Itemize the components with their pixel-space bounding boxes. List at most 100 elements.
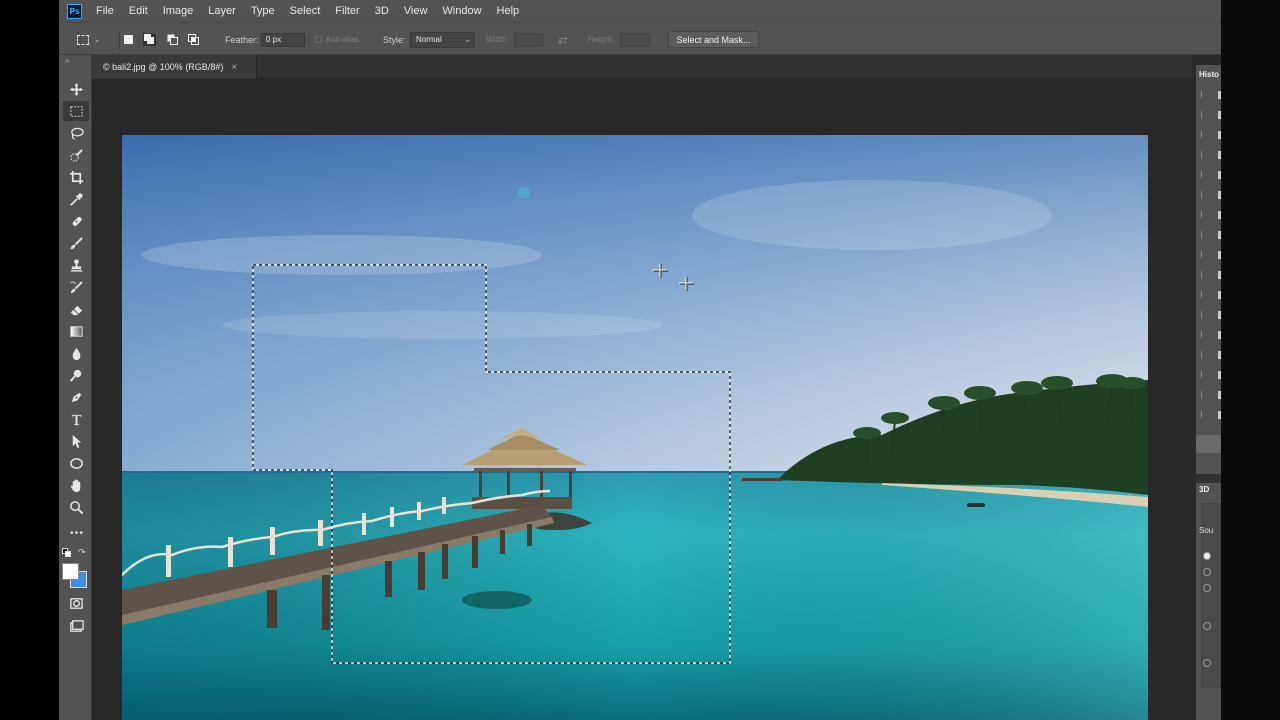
quick-mask-icon[interactable] bbox=[63, 593, 89, 613]
swap-colors-icon[interactable]: ↷ bbox=[78, 547, 86, 558]
document-tab-bar: © bali2.jpg @ 100% (RGB/8#) × bbox=[59, 55, 1192, 79]
rectangular-marquee-tool-icon[interactable] bbox=[63, 101, 89, 121]
menu-image[interactable]: Image bbox=[163, 5, 194, 17]
subtract-from-selection-button[interactable] bbox=[167, 23, 178, 56]
tool-preset-picker[interactable]: ⌄ bbox=[77, 23, 101, 56]
gradient-tool-icon[interactable] bbox=[63, 321, 89, 341]
screen-mode-icon[interactable] bbox=[63, 616, 89, 636]
history-row[interactable] bbox=[1201, 291, 1221, 299]
photoshop-window: Ps File Edit Image Layer Type Select Fil… bbox=[59, 0, 1221, 720]
history-panel-title[interactable]: Histo bbox=[1199, 70, 1219, 79]
photoshop-logo-icon: Ps bbox=[67, 3, 82, 19]
new-selection-button[interactable] bbox=[123, 23, 134, 56]
close-icon[interactable]: × bbox=[231, 62, 237, 73]
dodge-tool-icon[interactable] bbox=[63, 365, 89, 385]
history-row[interactable] bbox=[1201, 151, 1221, 159]
feather-input[interactable]: 0 px bbox=[261, 32, 305, 47]
divider bbox=[119, 31, 120, 49]
history-row[interactable] bbox=[1201, 271, 1221, 279]
history-row[interactable] bbox=[1201, 411, 1221, 419]
history-row[interactable] bbox=[1201, 131, 1221, 139]
history-row[interactable] bbox=[1201, 91, 1221, 99]
swap-width-height-icon[interactable]: ⇄ bbox=[558, 23, 568, 56]
type-tool-icon[interactable] bbox=[63, 409, 89, 429]
antialias-box bbox=[315, 36, 322, 43]
history-row[interactable] bbox=[1201, 311, 1221, 319]
menu-window[interactable]: Window bbox=[442, 5, 481, 17]
menu-select[interactable]: Select bbox=[290, 5, 321, 17]
history-row[interactable] bbox=[1201, 251, 1221, 259]
antialias-label: Anti-alias bbox=[326, 35, 359, 44]
style-label: Style: bbox=[383, 34, 406, 45]
screen-edge bbox=[1221, 0, 1280, 720]
brush-tool-icon[interactable] bbox=[63, 233, 89, 253]
history-row[interactable] bbox=[1201, 171, 1221, 179]
document-tab[interactable]: © bali2.jpg @ 100% (RGB/8#) × bbox=[93, 55, 257, 79]
beach-photo bbox=[122, 135, 1148, 720]
height-label: Height: bbox=[588, 35, 614, 44]
chevron-down-icon: ⌄ bbox=[464, 35, 471, 44]
width-label: Width: bbox=[486, 35, 509, 44]
hand-tool-icon[interactable] bbox=[63, 475, 89, 495]
menu-layer[interactable]: Layer bbox=[208, 5, 236, 17]
add-selection-icon bbox=[143, 33, 156, 46]
document-image[interactable] bbox=[122, 135, 1148, 720]
add-to-selection-button[interactable] bbox=[143, 23, 156, 56]
3d-option-radio[interactable] bbox=[1203, 659, 1211, 667]
path-selection-tool-icon[interactable] bbox=[63, 431, 89, 451]
foreground-color-swatch[interactable] bbox=[62, 563, 79, 580]
intersect-selection-button[interactable] bbox=[188, 23, 199, 56]
menu-type[interactable]: Type bbox=[251, 5, 275, 17]
3d-source-radio[interactable] bbox=[1203, 552, 1211, 560]
eyedropper-tool-icon[interactable] bbox=[63, 189, 89, 209]
menu-view[interactable]: View bbox=[404, 5, 428, 17]
3d-source-radio[interactable] bbox=[1203, 568, 1211, 576]
canvas-workspace[interactable] bbox=[93, 80, 1192, 720]
antialias-checkbox[interactable]: Anti-alias bbox=[315, 23, 359, 56]
history-row[interactable] bbox=[1201, 351, 1221, 359]
history-row[interactable] bbox=[1201, 191, 1221, 199]
crop-tool-icon[interactable] bbox=[63, 167, 89, 187]
clone-stamp-tool-icon[interactable] bbox=[63, 255, 89, 275]
lasso-tool-icon[interactable] bbox=[63, 123, 89, 143]
menu-file[interactable]: File bbox=[96, 5, 114, 17]
height-input[interactable] bbox=[620, 32, 650, 47]
edit-toolbar-icon[interactable] bbox=[63, 522, 89, 542]
history-row[interactable] bbox=[1201, 331, 1221, 339]
quick-selection-tool-icon[interactable] bbox=[63, 145, 89, 165]
3d-mesh-radio[interactable] bbox=[1203, 622, 1211, 630]
style-select-wrap: Normal ⌄ bbox=[410, 23, 475, 56]
pen-tool-icon[interactable] bbox=[63, 387, 89, 407]
history-row[interactable] bbox=[1201, 231, 1221, 239]
3d-panel-title[interactable]: 3D bbox=[1199, 485, 1209, 494]
3d-source-label: Sou bbox=[1199, 526, 1214, 535]
panel-collapse-icon[interactable]: » bbox=[65, 56, 69, 65]
blur-tool-icon[interactable] bbox=[63, 343, 89, 363]
width-field-wrap bbox=[514, 23, 544, 56]
width-input[interactable] bbox=[514, 32, 544, 47]
style-select[interactable]: Normal ⌄ bbox=[410, 31, 475, 48]
tools-panel: » ↷ bbox=[59, 55, 92, 720]
default-colors-icon[interactable] bbox=[62, 548, 71, 557]
subtract-selection-icon bbox=[167, 34, 178, 45]
menu-3d[interactable]: 3D bbox=[375, 5, 389, 17]
history-row-selected[interactable] bbox=[1196, 435, 1221, 453]
spot-healing-tool-icon[interactable] bbox=[63, 211, 89, 231]
ellipse-tool-icon[interactable] bbox=[63, 453, 89, 473]
move-tool-icon[interactable] bbox=[63, 79, 89, 99]
zoom-tool-icon[interactable] bbox=[63, 497, 89, 517]
history-panel: Histo 3D Sou bbox=[1196, 65, 1221, 720]
menu-help[interactable]: Help bbox=[497, 5, 520, 17]
menu-filter[interactable]: Filter bbox=[335, 5, 359, 17]
3d-source-radio[interactable] bbox=[1203, 584, 1211, 592]
menu-edit[interactable]: Edit bbox=[129, 5, 148, 17]
options-bar: ⌄ Feather: 0 px Anti-alias Style: Normal… bbox=[59, 22, 1221, 55]
history-row[interactable] bbox=[1201, 211, 1221, 219]
select-and-mask-button[interactable]: Select and Mask... bbox=[668, 31, 759, 48]
eraser-tool-icon[interactable] bbox=[63, 299, 89, 319]
panel-divider bbox=[1196, 474, 1221, 483]
history-row[interactable] bbox=[1201, 111, 1221, 119]
history-row[interactable] bbox=[1201, 391, 1221, 399]
history-brush-tool-icon[interactable] bbox=[63, 277, 89, 297]
history-row[interactable] bbox=[1201, 371, 1221, 379]
